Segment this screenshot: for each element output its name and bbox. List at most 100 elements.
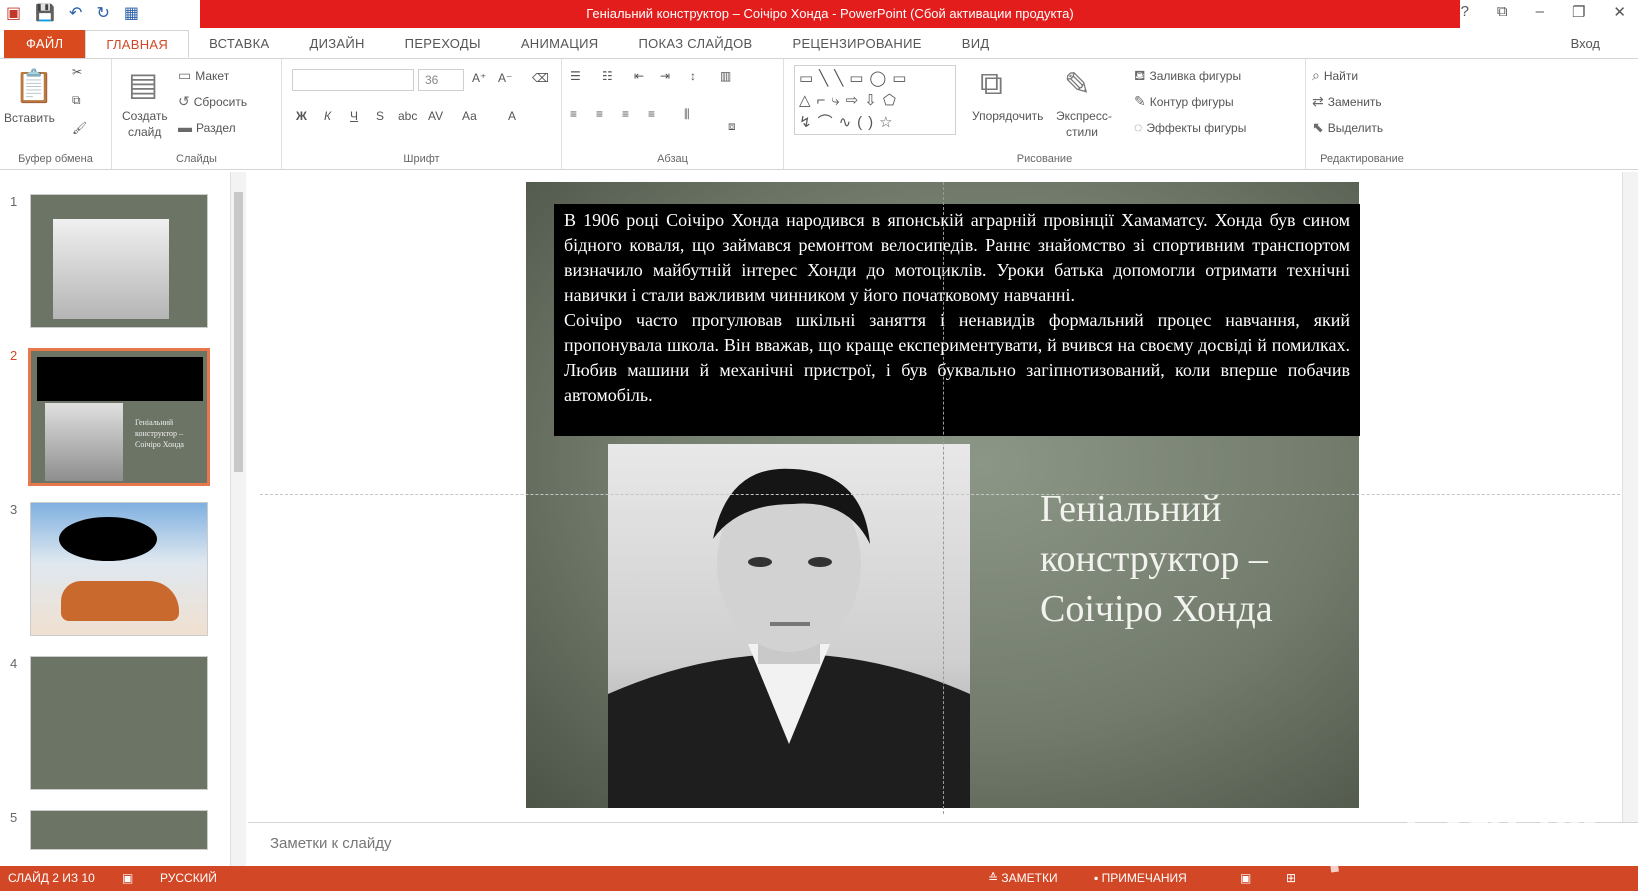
decrease-indent-icon[interactable]: ⇤: [634, 69, 644, 83]
horizontal-guide[interactable]: [260, 494, 1620, 495]
italic-button[interactable]: К: [324, 109, 331, 123]
shapes-gallery[interactable]: ▭╲╲▭◯▭ △⌐⤷⇨⇩⬠ ↯⌒∿()☆: [794, 65, 956, 135]
columns-icon[interactable]: ▥: [720, 69, 731, 83]
thumbnail-number: 5: [10, 810, 18, 825]
present-icon[interactable]: ▦: [124, 3, 139, 23]
font-name-dropdown[interactable]: [292, 69, 414, 91]
line-spacing-icon[interactable]: ↕: [690, 69, 696, 83]
vertical-guide[interactable]: [943, 182, 944, 814]
section-button[interactable]: ▬ Раздел: [178, 119, 236, 135]
layout-button[interactable]: ▭ Макет: [178, 67, 229, 84]
redo-icon[interactable]: ↻: [96, 3, 109, 23]
smartart-icon[interactable]: ⧈: [728, 119, 736, 134]
clipboard-group: 📋 Вставить ✂ ⧉ 🖌 Буфер обмена: [0, 59, 112, 169]
thumbnail-number: 4: [10, 656, 18, 671]
undo-icon[interactable]: ↶: [69, 3, 82, 23]
clear-format-icon[interactable]: ⌫: [532, 71, 549, 85]
close-button[interactable]: ✕: [1613, 3, 1626, 21]
slide-thumbnail-3[interactable]: [30, 502, 208, 636]
tab-review[interactable]: РЕЦЕНЗИРОВАНИЕ: [772, 30, 941, 58]
quick-styles-button-line1[interactable]: Экспресс-: [1056, 109, 1112, 123]
increase-indent-icon[interactable]: ⇥: [660, 69, 670, 83]
copy-icon[interactable]: ⧉: [72, 93, 81, 108]
tab-file[interactable]: ФАЙЛ: [4, 30, 86, 58]
paste-icon[interactable]: 📋: [14, 67, 54, 105]
normal-view-icon[interactable]: ▣: [1240, 871, 1251, 885]
scrollbar-thumb[interactable]: [234, 192, 243, 472]
quick-styles-button-line2[interactable]: стили: [1066, 125, 1098, 139]
paste-button[interactable]: Вставить: [4, 111, 55, 125]
drawing-group-label: Рисование: [1016, 153, 1073, 165]
thumbnail-number: 1: [10, 194, 18, 209]
arrange-icon[interactable]: ⧉: [980, 65, 1003, 103]
tab-design[interactable]: ДИЗАЙН: [289, 30, 384, 58]
shape-effects-button[interactable]: ◌ Эффекты фигуры: [1134, 119, 1246, 135]
ribbon-display-button[interactable]: ⧉: [1497, 3, 1508, 21]
format-painter-icon[interactable]: 🖌: [72, 121, 87, 135]
comments-toggle[interactable]: ▪ ПРИМЕЧАНИЯ: [1094, 871, 1187, 885]
arrange-button[interactable]: Упорядочить: [972, 109, 1043, 123]
reset-button[interactable]: ↺ Сбросить: [178, 93, 247, 110]
numbering-icon[interactable]: ☷: [602, 69, 613, 83]
layout-label: Макет: [195, 69, 230, 83]
column-layout-icon[interactable]: ⫼: [684, 107, 690, 122]
justify-icon[interactable]: ≡: [648, 107, 655, 121]
shadow-button[interactable]: S: [376, 109, 384, 123]
shrink-font-icon[interactable]: A⁻: [498, 71, 512, 85]
replace-button[interactable]: ⇄ Заменить: [1312, 93, 1382, 110]
language-indicator[interactable]: РУССКИЙ: [160, 871, 217, 885]
restore-button[interactable]: ❐: [1572, 3, 1585, 21]
notes-toggle[interactable]: ≙ ЗАМЕТКИ: [988, 871, 1058, 885]
save-icon[interactable]: 💾: [35, 3, 55, 23]
tab-transitions[interactable]: ПЕРЕХОДЫ: [385, 30, 501, 58]
window-controls: ? ⧉ – ❐ ✕: [1461, 3, 1626, 21]
char-spacing-icon[interactable]: AV: [428, 109, 443, 123]
slide-text-box[interactable]: В 1906 році Соічіро Хонда народився в яп…: [554, 204, 1360, 436]
quick-styles-icon[interactable]: ✎: [1064, 65, 1091, 103]
new-slide-icon[interactable]: ▤: [128, 65, 158, 103]
comment-icon: ▪: [1094, 871, 1102, 885]
tab-slideshow[interactable]: ПОКАЗ СЛАЙДОВ: [618, 30, 772, 58]
spellcheck-icon[interactable]: ▣: [122, 871, 133, 885]
align-left-icon[interactable]: ≡: [570, 107, 577, 121]
minimize-button[interactable]: –: [1536, 3, 1544, 21]
tab-insert[interactable]: ВСТАВКА: [189, 30, 289, 58]
slide-thumbnail-5[interactable]: [30, 810, 208, 850]
slide-thumbnail-4[interactable]: [30, 656, 208, 790]
new-slide-button-line2[interactable]: слайд: [128, 125, 161, 139]
help-button[interactable]: ?: [1461, 3, 1469, 21]
ribbon-tabs: ФАЙЛ ГЛАВНАЯ ВСТАВКА ДИЗАЙН ПЕРЕХОДЫ АНИ…: [0, 30, 1638, 58]
tab-view[interactable]: ВИД: [942, 30, 1010, 58]
bold-button[interactable]: Ж: [296, 109, 307, 123]
align-right-icon[interactable]: ≡: [622, 107, 629, 121]
section-icon: ▬: [178, 119, 192, 135]
strikethrough-icon[interactable]: abc: [398, 109, 417, 123]
underline-button[interactable]: Ч: [350, 109, 358, 123]
slide-thumbnail-2[interactable]: Геніальний конструктор – Соічіро Хонда: [28, 348, 210, 486]
cut-icon[interactable]: ✂: [72, 65, 82, 79]
new-slide-button-line1[interactable]: Создать: [122, 109, 168, 123]
tab-animations[interactable]: АНИМАЦИЯ: [501, 30, 619, 58]
select-button[interactable]: ⬉ Выделить: [1312, 119, 1383, 136]
shape-outline-button[interactable]: ✎ Контур фигуры: [1134, 93, 1234, 110]
shape-fill-button[interactable]: ⛾ Заливка фигуры: [1134, 67, 1241, 86]
sign-in-link[interactable]: Вход: [1571, 36, 1600, 51]
slide-sorter-icon[interactable]: ⊞: [1286, 871, 1296, 885]
change-case-button[interactable]: Аа: [462, 109, 477, 123]
slide-scrollbar[interactable]: [1622, 172, 1638, 866]
bullets-icon[interactable]: ☰: [570, 69, 581, 83]
grow-font-icon[interactable]: A⁺: [472, 71, 486, 85]
align-center-icon[interactable]: ≡: [596, 107, 603, 121]
slide-portrait-photo[interactable]: [608, 444, 970, 808]
font-size-dropdown[interactable]: 36: [418, 69, 464, 91]
slide-title[interactable]: Геніальний конструктор – Соічіро Хонда: [1040, 484, 1340, 634]
font-color-icon[interactable]: A: [508, 109, 516, 123]
thumbnails-scrollbar[interactable]: [230, 172, 246, 866]
find-button[interactable]: ⌕ Найти: [1312, 67, 1358, 84]
slide-paragraph-2: Соічіро часто прогулював шкільні заняття…: [564, 310, 1350, 405]
tab-home[interactable]: ГЛАВНАЯ: [85, 30, 190, 58]
slide-thumbnail-1[interactable]: [30, 194, 208, 328]
thumbnail-textbox: [37, 357, 203, 401]
title-bar: ▣ 💾 ↶ ↻ ▦ Геніальний конструктор – Соічі…: [0, 0, 1638, 28]
shape-fill-label: Заливка фигуры: [1149, 69, 1242, 83]
